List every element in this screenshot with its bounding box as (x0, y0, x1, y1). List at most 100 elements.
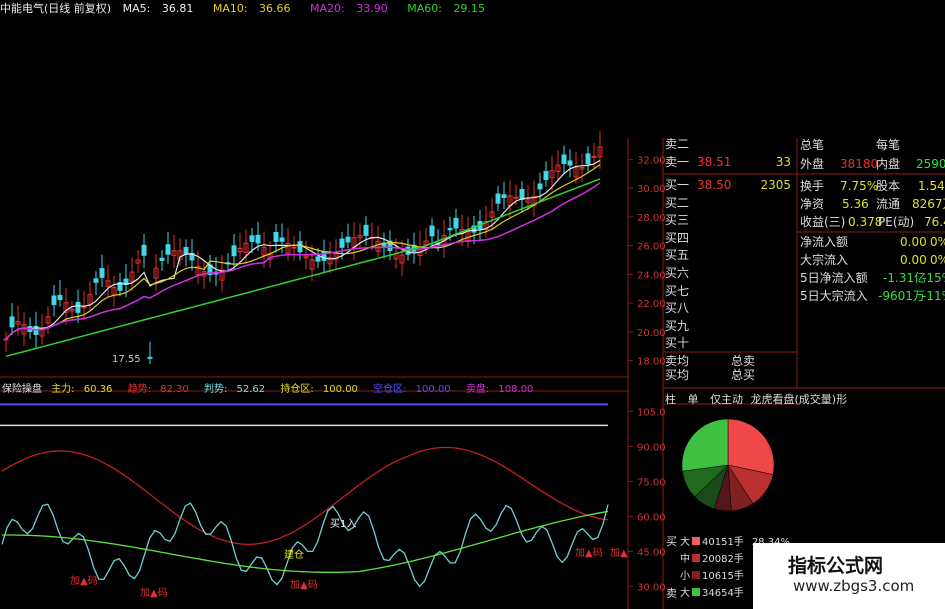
buy-in-label: 买1入 (330, 519, 357, 530)
judge-value: 判势: 52.62 (203, 384, 266, 395)
ob-volume: 2305 (760, 178, 791, 192)
candle-body (183, 247, 189, 255)
ob-label: 买九 (665, 318, 690, 333)
flow-volume: 20082手 (702, 554, 744, 565)
candle-body (453, 217, 459, 229)
trades-row: 总笔 每笔 (800, 138, 901, 152)
candle-body (567, 160, 573, 166)
ma60-value: MA60: 29.15 (407, 2, 485, 15)
add-label-1: 加▲码 (70, 576, 98, 587)
candle-body (255, 234, 261, 244)
block-inflow-row: 大宗流入0.000% (800, 253, 945, 267)
chart-header: 中能电气(日线 前复权) MA5: 36.81 MA10: 36.66 MA20… (0, 0, 945, 18)
candle-body (99, 268, 105, 278)
candle-body (231, 245, 237, 257)
ob-label: 买八 (665, 301, 690, 316)
ob-label: 买一 (665, 178, 690, 192)
price-tick-label: 26.00 (637, 242, 666, 253)
price-tick-label: 18.00 (637, 357, 666, 368)
flow-swatch (692, 571, 700, 579)
flow-volume: 34654手 (702, 588, 744, 599)
price-tick-label: 28.00 (637, 213, 666, 224)
flow-row: 中 20082手 (680, 550, 752, 565)
price-tick-label: 24.00 (637, 270, 666, 281)
candle-body (561, 154, 567, 165)
tab-dragon-tiger[interactable]: 龙虎看盘(成交量)形 (751, 393, 848, 406)
candle-body (543, 170, 549, 180)
ma5-line (5, 159, 601, 340)
price-tick-label: 30.00 (637, 184, 666, 195)
price-tick-label: 20.00 (637, 328, 666, 339)
candle-body (495, 193, 501, 204)
stock-name: 中能电气(日线 前复权) (0, 2, 112, 15)
trend-value: 趋势: 82.30 (127, 384, 189, 395)
flow-volume: 40151手 (702, 537, 744, 548)
flow-swatch (692, 554, 700, 562)
watermark: 指标公式网 www.zbgs3.com (753, 543, 945, 609)
ma10-value: MA10: 36.66 (212, 2, 291, 15)
watermark-url: www.zbgs3.com (793, 577, 915, 595)
candle-body (273, 232, 279, 242)
candle-body (537, 183, 543, 190)
hold-zone: 持仓区: 100.00 (280, 384, 358, 395)
buy-avg-row: 买均 总买 (665, 368, 756, 382)
ob-label: 买六 (665, 266, 690, 280)
flow-row: 大 34654手 (680, 584, 752, 599)
order-book-row: 买二 (665, 196, 795, 210)
ob-volume: 33 (775, 155, 791, 169)
candle-body (363, 224, 369, 236)
ma10-line (5, 164, 601, 340)
add-label-2: 加▲码 (140, 588, 168, 599)
ob-price: 38.51 (697, 155, 732, 169)
build-label: 建仓 (284, 550, 304, 561)
indicator-title: 保险操盘 (2, 384, 42, 395)
net-asset-row: 净资5.36流通8267万 (800, 197, 945, 211)
ob-price: 38.50 (697, 178, 732, 192)
order-book-row: 买三 (665, 213, 795, 227)
candle-body (75, 301, 81, 313)
order-book-row: 买四 (665, 231, 795, 245)
candle-body (51, 295, 57, 306)
flow-volume: 10615手 (702, 571, 744, 582)
flow-swatch (692, 588, 700, 596)
add-label-5: 加▲ (610, 548, 628, 559)
outer-inner-row: 外盘38180内盘25902 (800, 157, 945, 171)
candle-body (345, 236, 351, 243)
candle-body (291, 246, 297, 249)
candle-body (141, 244, 147, 256)
candle-body (147, 356, 153, 359)
order-book-row: 买九 (665, 319, 795, 333)
sub-tick-label: 75.00 (637, 477, 666, 488)
candle-body (9, 316, 15, 328)
ob-label: 买五 (665, 248, 690, 263)
net-inflow-row: 净流入额0.000% (800, 235, 945, 249)
flow-size: 小 (680, 571, 690, 582)
tab-single[interactable]: 单 (688, 393, 699, 406)
add-label-4: 加▲码 (575, 548, 603, 559)
trend-line (1, 446, 609, 545)
flow-swatch (692, 537, 700, 545)
ob-label: 买七 (665, 283, 690, 298)
d5-block-row: 5日大宗流入-9601万-11% (800, 289, 945, 303)
tab-active-only[interactable]: 仅主动 (710, 393, 743, 406)
indicator-header: 保险操盘 主力: 60.36 趋势: 82.30 判势: 52.62 持仓区: … (2, 380, 545, 395)
tab-bar-chart[interactable]: 柱 (665, 393, 676, 406)
candle-body (591, 155, 597, 158)
candle-body (249, 235, 255, 242)
order-book-row: 买一 38.50 2305 (665, 178, 795, 192)
flow-size: 大 (680, 537, 690, 548)
turnover-row: 换手7.75%股本1.54亿 (800, 179, 945, 193)
candle-body (165, 244, 171, 255)
sub-tick-label: 105.0 (637, 407, 666, 418)
flow-buy-label: 买 (666, 535, 677, 548)
candle-body (513, 196, 519, 199)
ma20-value: MA20: 33.90 (310, 2, 388, 15)
ob-label: 买十 (665, 336, 690, 351)
order-book-row: 卖一 38.51 33 (665, 155, 795, 169)
pie-slice (681, 418, 729, 472)
watermark-title: 指标公式网 (788, 555, 884, 577)
candle-body (3, 338, 9, 341)
ma20-line (5, 182, 601, 340)
main-force: 主力: 60.36 (51, 384, 113, 395)
empty-zone: 空仓区: 100.00 (373, 384, 451, 395)
